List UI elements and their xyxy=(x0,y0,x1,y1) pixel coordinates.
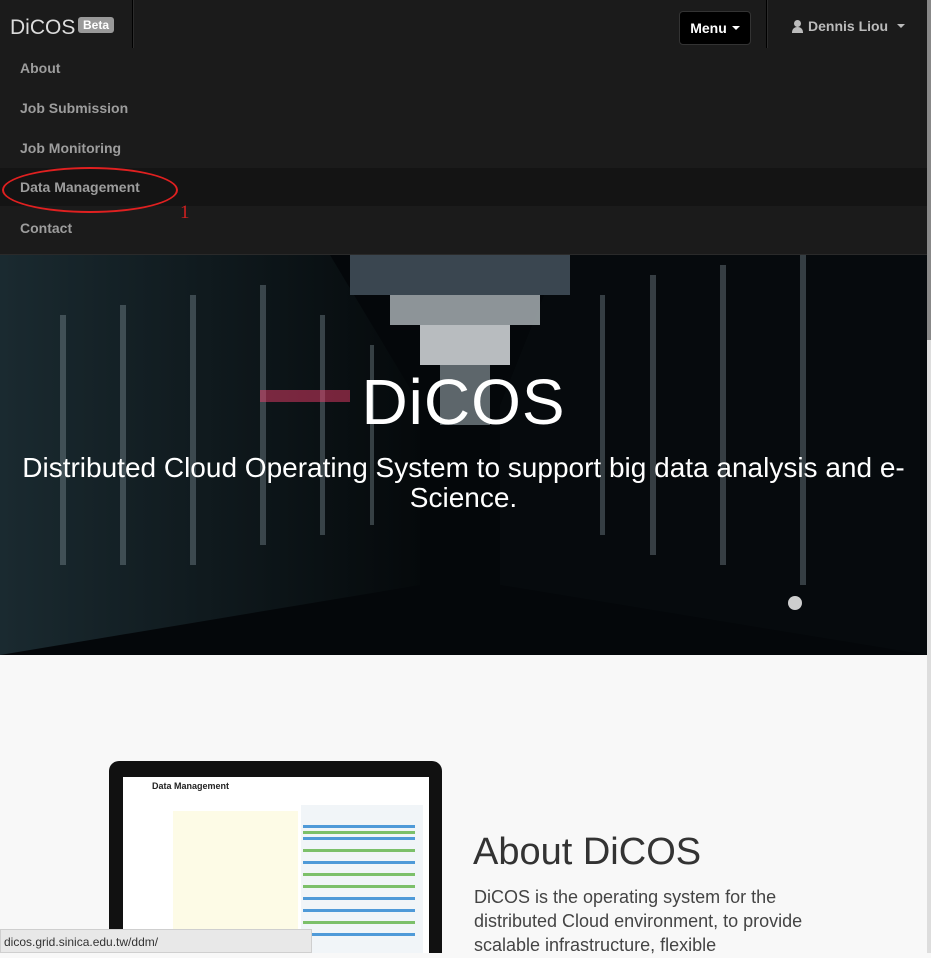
about-text: DiCOS is the operating system for the di… xyxy=(474,887,803,955)
caret-down-icon xyxy=(731,26,740,30)
nav-item-job-submission[interactable]: Job Submission xyxy=(0,88,927,128)
nav-item-about[interactable]: About xyxy=(0,48,927,88)
menu-button-label: Menu xyxy=(690,20,727,36)
beta-badge: Beta xyxy=(78,17,115,33)
nav-item-job-monitoring[interactable]: Job Monitoring xyxy=(0,128,927,168)
nav-item-data-management[interactable]: Data Management xyxy=(0,168,927,206)
brand-logo[interactable]: DiCOS xyxy=(10,16,75,40)
caret-down-icon xyxy=(897,24,906,28)
top-navbar: DiCOS Beta Menu Dennis Liou About Job Su… xyxy=(0,0,927,255)
data-management-screenshot xyxy=(173,805,423,953)
laptop-screen xyxy=(123,777,429,953)
user-name: Dennis Liou xyxy=(808,18,889,34)
user-menu[interactable]: Dennis Liou xyxy=(792,18,906,34)
scrollbar-thumb[interactable] xyxy=(927,0,931,340)
hero-subtitle: Distributed Cloud Operating System to su… xyxy=(22,452,905,513)
hero-title: DiCOS xyxy=(361,366,566,438)
navbar-divider xyxy=(132,0,134,48)
status-bar-url: dicos.grid.sinica.edu.tw/ddm/ xyxy=(0,929,312,953)
about-title: About DiCOS xyxy=(473,831,702,873)
user-icon xyxy=(792,19,803,33)
menu-button[interactable]: Menu xyxy=(679,11,751,45)
nav-item-contact[interactable]: Contact xyxy=(0,208,927,248)
navbar-divider xyxy=(766,0,768,48)
annotation-number: 1 xyxy=(180,202,190,223)
screenshot-title: Data Management xyxy=(152,781,230,791)
